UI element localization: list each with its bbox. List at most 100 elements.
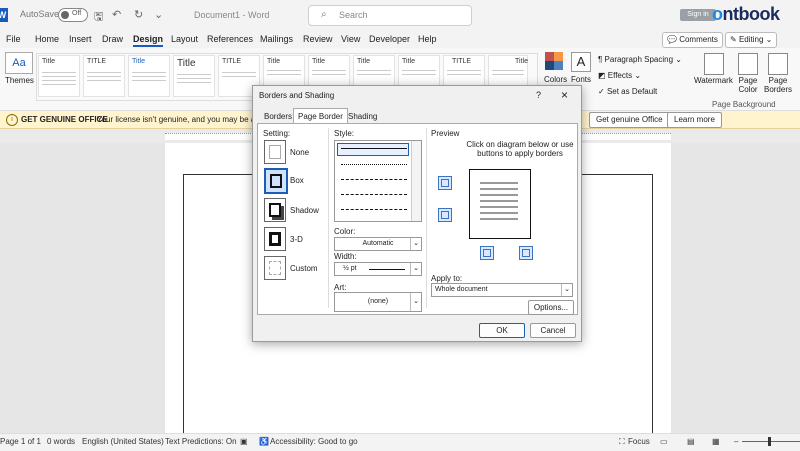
warning-icon: i — [6, 114, 18, 126]
page-color-label[interactable]: Page Color — [734, 76, 762, 94]
style-set-item[interactable]: TITLE — [443, 55, 485, 87]
tab-page-border[interactable]: Page Border — [293, 108, 348, 123]
color-dropdown[interactable]: Automatic ⌄ — [334, 237, 422, 251]
menu-home[interactable]: Home — [35, 34, 59, 44]
setting-box-label[interactable]: Box — [290, 176, 304, 185]
page-borders-label[interactable]: Page Borders — [763, 76, 793, 94]
preview-diagram[interactable] — [463, 161, 543, 246]
width-dropdown[interactable]: ½ pt ⌄ — [334, 262, 422, 276]
menu-design[interactable]: Design — [133, 34, 164, 47]
zoom-out-icon[interactable]: – — [734, 437, 738, 446]
zoom-slider-thumb[interactable] — [768, 437, 771, 446]
setting-custom-label[interactable]: Custom — [290, 264, 318, 273]
menu-references[interactable]: References — [207, 34, 253, 44]
tab-shading[interactable]: Shading — [345, 111, 380, 122]
print-layout-icon[interactable]: ▤ — [687, 437, 695, 446]
help-button[interactable]: ? — [536, 90, 541, 100]
setting-none-button[interactable] — [264, 140, 286, 164]
top-border-button[interactable] — [438, 176, 452, 190]
chevron-down-icon: ⌄ — [561, 284, 572, 296]
text-predictions-status[interactable]: Text Predictions: On — [165, 437, 237, 446]
menu-file[interactable]: File — [6, 34, 21, 44]
menu-layout[interactable]: Layout — [171, 34, 198, 44]
cancel-button[interactable]: Cancel — [530, 323, 576, 338]
focus-icon: ⛶ — [619, 437, 625, 446]
setting-3d-button[interactable] — [264, 227, 286, 251]
right-border-button[interactable] — [519, 246, 533, 260]
style-set-item[interactable]: Title — [173, 55, 215, 97]
sign-in-button[interactable]: Sign in — [680, 9, 716, 21]
menu-help[interactable]: Help — [418, 34, 437, 44]
tab-borders[interactable]: Borders — [261, 111, 295, 122]
setting-shadow-label[interactable]: Shadow — [290, 206, 319, 215]
zoom-slider[interactable] — [742, 441, 800, 442]
setting-shadow-button[interactable] — [264, 198, 286, 222]
style-set-item[interactable]: Title — [128, 55, 170, 97]
bottom-border-button[interactable] — [438, 208, 452, 222]
effects-button[interactable]: ◩ Effects ⌄ — [598, 71, 641, 80]
fonts-icon[interactable]: A — [571, 52, 591, 72]
style-set-item[interactable]: Title — [308, 55, 350, 87]
menu-insert[interactable]: Insert — [69, 34, 92, 44]
themes-button[interactable]: Aa — [5, 52, 33, 74]
options-button[interactable]: Options... — [528, 300, 574, 315]
setting-none-glyph — [269, 145, 281, 159]
style-solid[interactable] — [341, 148, 407, 149]
editing-mode-button[interactable]: ✎ Editing ⌄ — [725, 32, 778, 48]
read-mode-icon[interactable]: ▭ — [660, 437, 668, 446]
undo-icon[interactable]: ↶ — [112, 8, 121, 21]
style-dashed[interactable] — [341, 194, 407, 195]
art-dropdown[interactable]: (none) ⌄ — [334, 292, 422, 312]
style-selected-row[interactable] — [337, 143, 409, 156]
setting-custom-button[interactable] — [264, 256, 286, 280]
style-dashed-small[interactable] — [341, 179, 407, 180]
watermark-label[interactable]: Watermark — [694, 76, 733, 85]
menu-review[interactable]: Review — [303, 34, 333, 44]
style-set-item[interactable]: Title — [488, 55, 528, 87]
colors-icon[interactable] — [545, 52, 563, 70]
style-set-item[interactable]: Title — [398, 55, 440, 87]
comments-button[interactable]: 💬 Comments — [662, 32, 723, 48]
close-button[interactable]: × — [561, 88, 568, 102]
page-color-icon[interactable] — [738, 53, 758, 75]
word-count[interactable]: 0 words — [47, 437, 75, 446]
get-genuine-office-button[interactable]: Get genuine Office — [589, 112, 670, 128]
left-border-button[interactable] — [480, 246, 494, 260]
apply-to-dropdown[interactable]: Whole document ⌄ — [431, 283, 573, 297]
style-dotted[interactable] — [341, 164, 407, 165]
set-as-default-button[interactable]: ✓ Set as Default — [598, 87, 657, 96]
focus-mode-button[interactable]: Focus — [628, 437, 650, 446]
page-borders-icon[interactable] — [768, 53, 788, 75]
style-title: TITLE — [452, 58, 472, 65]
learn-more-button[interactable]: Learn more — [667, 112, 722, 128]
web-layout-icon[interactable]: ▦ — [712, 437, 720, 446]
save-icon[interactable]: 🖫 — [94, 8, 103, 27]
word-app-icon: W — [0, 8, 8, 22]
proofing-icon[interactable]: ▣ — [240, 437, 248, 446]
style-set-item[interactable]: Title — [263, 55, 305, 87]
menu-draw[interactable]: Draw — [102, 34, 123, 44]
language-status[interactable]: English (United States) — [82, 437, 164, 446]
style-set-item[interactable]: Title — [38, 55, 80, 97]
ok-button[interactable]: OK — [479, 323, 525, 338]
setting-none-label[interactable]: None — [290, 148, 309, 157]
redo-icon[interactable]: ↻ — [134, 8, 143, 21]
page-count[interactable]: Page 1 of 1 — [0, 437, 41, 446]
style-list-scrollbar[interactable] — [411, 141, 421, 221]
paragraph-spacing-button[interactable]: ¶ Paragraph Spacing ⌄ — [598, 55, 682, 64]
autosave-toggle[interactable]: Off — [58, 8, 88, 22]
accessibility-status[interactable]: Accessibility: Good to go — [270, 437, 358, 446]
search-placeholder: Search — [339, 10, 368, 20]
style-set-item[interactable]: TITLE — [83, 55, 125, 97]
style-dash-dot[interactable] — [341, 209, 407, 210]
watermark-icon[interactable] — [704, 53, 724, 75]
style-set-item[interactable]: Title — [353, 55, 395, 87]
search-box[interactable]: ⌕ Search — [308, 5, 472, 26]
menu-view[interactable]: View — [341, 34, 360, 44]
setting-box-button[interactable] — [264, 168, 288, 194]
menu-developer[interactable]: Developer — [369, 34, 410, 44]
border-style-list[interactable] — [334, 140, 422, 222]
setting-3d-label[interactable]: 3-D — [290, 235, 303, 244]
quick-access-more-icon[interactable]: ⌄ — [154, 8, 163, 21]
menu-mailings[interactable]: Mailings — [260, 34, 293, 44]
